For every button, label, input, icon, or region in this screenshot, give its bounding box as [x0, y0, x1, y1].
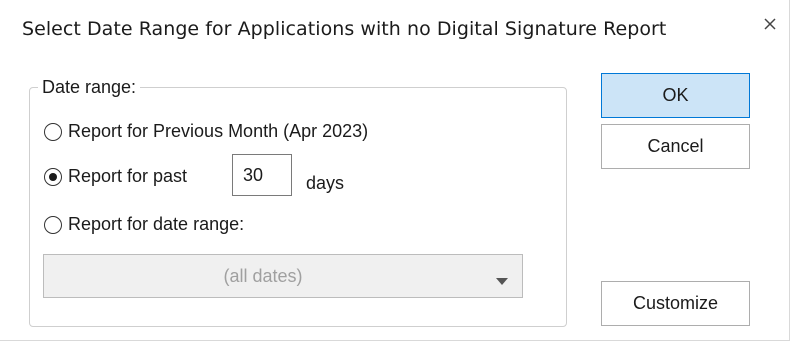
radio-past-days[interactable]: Report for past — [44, 166, 187, 187]
radio-label: Report for past — [68, 166, 188, 186]
radio-label: Report for Previous Month (Apr 2023) — [68, 121, 369, 141]
radio-dot — [49, 172, 57, 181]
date-range-legend: Date range: — [38, 77, 141, 98]
ok-button[interactable]: OK — [601, 73, 750, 118]
close-icon — [756, 10, 786, 40]
customize-button[interactable]: Customize — [601, 281, 750, 326]
dropdown-arrow-icon — [496, 273, 508, 291]
radio-label: Report for date range: — [68, 214, 245, 234]
radio-button[interactable] — [44, 215, 62, 234]
dialog-title: Select Date Range for Applications with … — [22, 18, 667, 40]
select-value: (all dates) — [223, 266, 303, 286]
days-input[interactable] — [232, 154, 292, 196]
radio-date-range[interactable]: Report for date range: — [44, 214, 244, 235]
radio-button-selected[interactable] — [44, 167, 62, 186]
days-suffix-label: days — [306, 173, 345, 193]
close-button[interactable] — [756, 10, 786, 40]
date-range-select[interactable]: (all dates) — [43, 254, 523, 298]
radio-previous-month[interactable]: Report for Previous Month (Apr 2023) — [44, 121, 368, 142]
dialog-window: Select Date Range for Applications with … — [0, 0, 790, 341]
cancel-button[interactable]: Cancel — [601, 124, 750, 169]
radio-button[interactable] — [44, 122, 62, 141]
